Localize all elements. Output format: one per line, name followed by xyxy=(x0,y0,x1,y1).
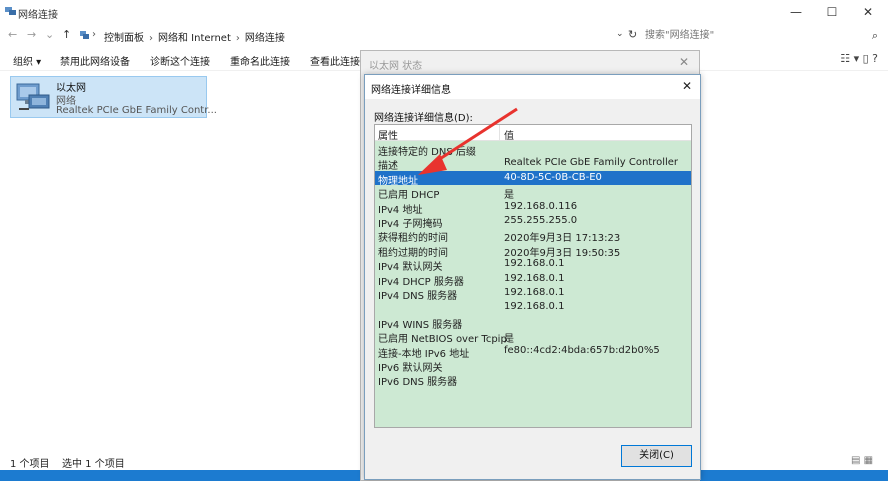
ethernet-adapter-icon xyxy=(16,83,50,110)
diagnose-connection-button[interactable]: 诊断这个连接 xyxy=(150,53,210,68)
details-row[interactable]: IPv6 DNS 服务器 xyxy=(375,372,691,389)
row-value: 192.168.0.1 xyxy=(504,258,565,270)
details-list[interactable]: 属性 值 连接特定的 DNS 后缀 描述 Realtek PCIe GbE Fami… xyxy=(374,124,692,428)
network-folder-icon xyxy=(80,31,89,39)
view-options-icons[interactable]: ☷ ▾ ▯ ? xyxy=(840,52,878,65)
title-bar: 网络连接 — ☐ ✕ xyxy=(0,0,888,24)
row-value: 192.168.0.1 xyxy=(504,272,565,284)
details-row[interactable]: 连接特定的 DNS 后缀 xyxy=(375,142,691,158)
address-history-dropdown[interactable]: ⌄ xyxy=(616,29,624,39)
search-input[interactable] xyxy=(642,27,864,44)
disable-device-button[interactable]: 禁用此网络设备 xyxy=(60,53,130,68)
status-window-title: 以太网 状态 xyxy=(369,61,423,72)
minimize-button[interactable]: — xyxy=(778,0,814,24)
details-row[interactable]: IPv4 子网掩码 255.255.255.0 xyxy=(375,214,691,230)
details-row[interactable]: 获得租约的时间 2020年9月3日 17:13:23 xyxy=(375,228,691,244)
details-row[interactable]: IPv4 WINS 服务器 xyxy=(375,315,691,331)
status-window-close-button[interactable]: ✕ xyxy=(679,55,689,69)
row-property: IPv6 DNS 服务器 xyxy=(378,377,458,389)
row-value: fe80::4cd2:4bda:657b:d2b0%5 xyxy=(504,344,660,356)
up-button[interactable]: ↑ xyxy=(62,28,71,41)
recent-locations-button[interactable]: ⌄ xyxy=(45,28,54,41)
network-connections-icon xyxy=(5,7,16,15)
details-row[interactable]: 物理地址 40-8D-5C-0B-CB-E0 xyxy=(375,170,691,187)
back-button[interactable]: ← xyxy=(8,28,17,41)
details-row[interactable]: 已启用 NetBIOS over Tcpip 是 xyxy=(375,329,691,345)
breadcrumb-root-chevron[interactable]: › xyxy=(92,29,96,40)
close-window-button[interactable]: ✕ xyxy=(850,0,886,24)
column-header-value[interactable]: 值 xyxy=(504,127,514,142)
breadcrumb: 控制面板 › 网络和 Internet › 网络连接 xyxy=(104,33,285,44)
details-row[interactable]: IPv4 DHCP 服务器 192.168.0.1 xyxy=(375,272,691,288)
refresh-button[interactable]: ↻ xyxy=(628,28,637,41)
details-row[interactable]: IPv4 地址 192.168.0.116 xyxy=(375,200,691,216)
search-box[interactable]: ⌕ xyxy=(642,27,882,44)
network-details-dialog: 网络连接详细信息 ✕ 网络连接详细信息(D): 属性 值 连接特定的 DNS 后… xyxy=(364,74,701,480)
column-header-property[interactable]: 属性 xyxy=(378,127,398,142)
selected-count: 选中 1 个项目 xyxy=(62,459,125,470)
row-value: 192.168.0.1 xyxy=(504,287,565,298)
column-divider[interactable] xyxy=(499,125,500,141)
details-label: 网络连接详细信息(D): xyxy=(374,113,473,124)
window-title: 网络连接 xyxy=(18,10,58,21)
organize-menu[interactable]: 组织 ▾ xyxy=(13,53,41,68)
status-bar: 1 个项目 选中 1 个项目 xyxy=(0,452,360,470)
row-value: 192.168.0.116 xyxy=(504,200,578,212)
details-row[interactable]: IPv4 DNS 服务器 192.168.0.1 xyxy=(375,286,691,302)
details-row[interactable]: 描述 Realtek PCIe GbE Family Controller xyxy=(375,156,691,172)
details-row[interactable]: 连接-本地 IPv6 地址 fe80::4cd2:4bda:657b:d2b0%5 xyxy=(375,344,691,360)
maximize-button[interactable]: ☐ xyxy=(814,0,850,24)
close-button[interactable]: 关闭(C) xyxy=(621,445,692,467)
ethernet-connection-item[interactable]: 以太网 网络 Realtek PCIe GbE Family Contr... xyxy=(10,76,217,118)
breadcrumb-network-internet[interactable]: 网络和 Internet xyxy=(158,33,231,44)
address-box[interactable]: › 控制面板 › 网络和 Internet › 网络连接 ⌄ ↻ xyxy=(78,27,638,44)
details-row[interactable]: IPv6 默认网关 xyxy=(375,358,691,374)
details-row[interactable]: 已启用 DHCP 是 xyxy=(375,185,691,201)
row-value: 40-8D-5C-0B-CB-E0 xyxy=(504,171,602,183)
dialog-title: 网络连接详细信息 xyxy=(371,85,451,96)
details-list-header: 属性 值 xyxy=(375,125,691,142)
row-value: 255.255.255.0 xyxy=(504,215,578,226)
details-row[interactable]: 租约过期的时间 2020年9月3日 19:50:35 xyxy=(375,243,691,259)
view-toggle-icons[interactable]: ▤ ▦ xyxy=(851,455,873,466)
forward-button[interactable]: → xyxy=(27,28,36,41)
search-icon[interactable]: ⌕ xyxy=(872,29,878,43)
dialog-title-bar: 网络连接详细信息 ✕ xyxy=(365,75,700,99)
connection-adapter: Realtek PCIe GbE Family Contr... xyxy=(56,105,217,116)
breadcrumb-network-connections[interactable]: 网络连接 xyxy=(245,33,285,44)
row-value: Realtek PCIe GbE Family Controller xyxy=(504,157,679,169)
dialog-close-icon[interactable]: ✕ xyxy=(682,79,692,93)
details-row[interactable]: 192.168.0.1 xyxy=(375,300,691,314)
item-count: 1 个项目 xyxy=(10,459,50,470)
breadcrumb-control-panel[interactable]: 控制面板 xyxy=(104,33,144,44)
rename-connection-button[interactable]: 重命名此连接 xyxy=(230,53,290,68)
row-value: 192.168.0.1 xyxy=(504,301,565,313)
details-row[interactable]: IPv4 默认网关 192.168.0.1 xyxy=(375,257,691,273)
address-bar-row: ← → ⌄ ↑ › 控制面板›网络和 Internet›网络连接 ⌄ ↻ ⌕ xyxy=(0,24,888,46)
